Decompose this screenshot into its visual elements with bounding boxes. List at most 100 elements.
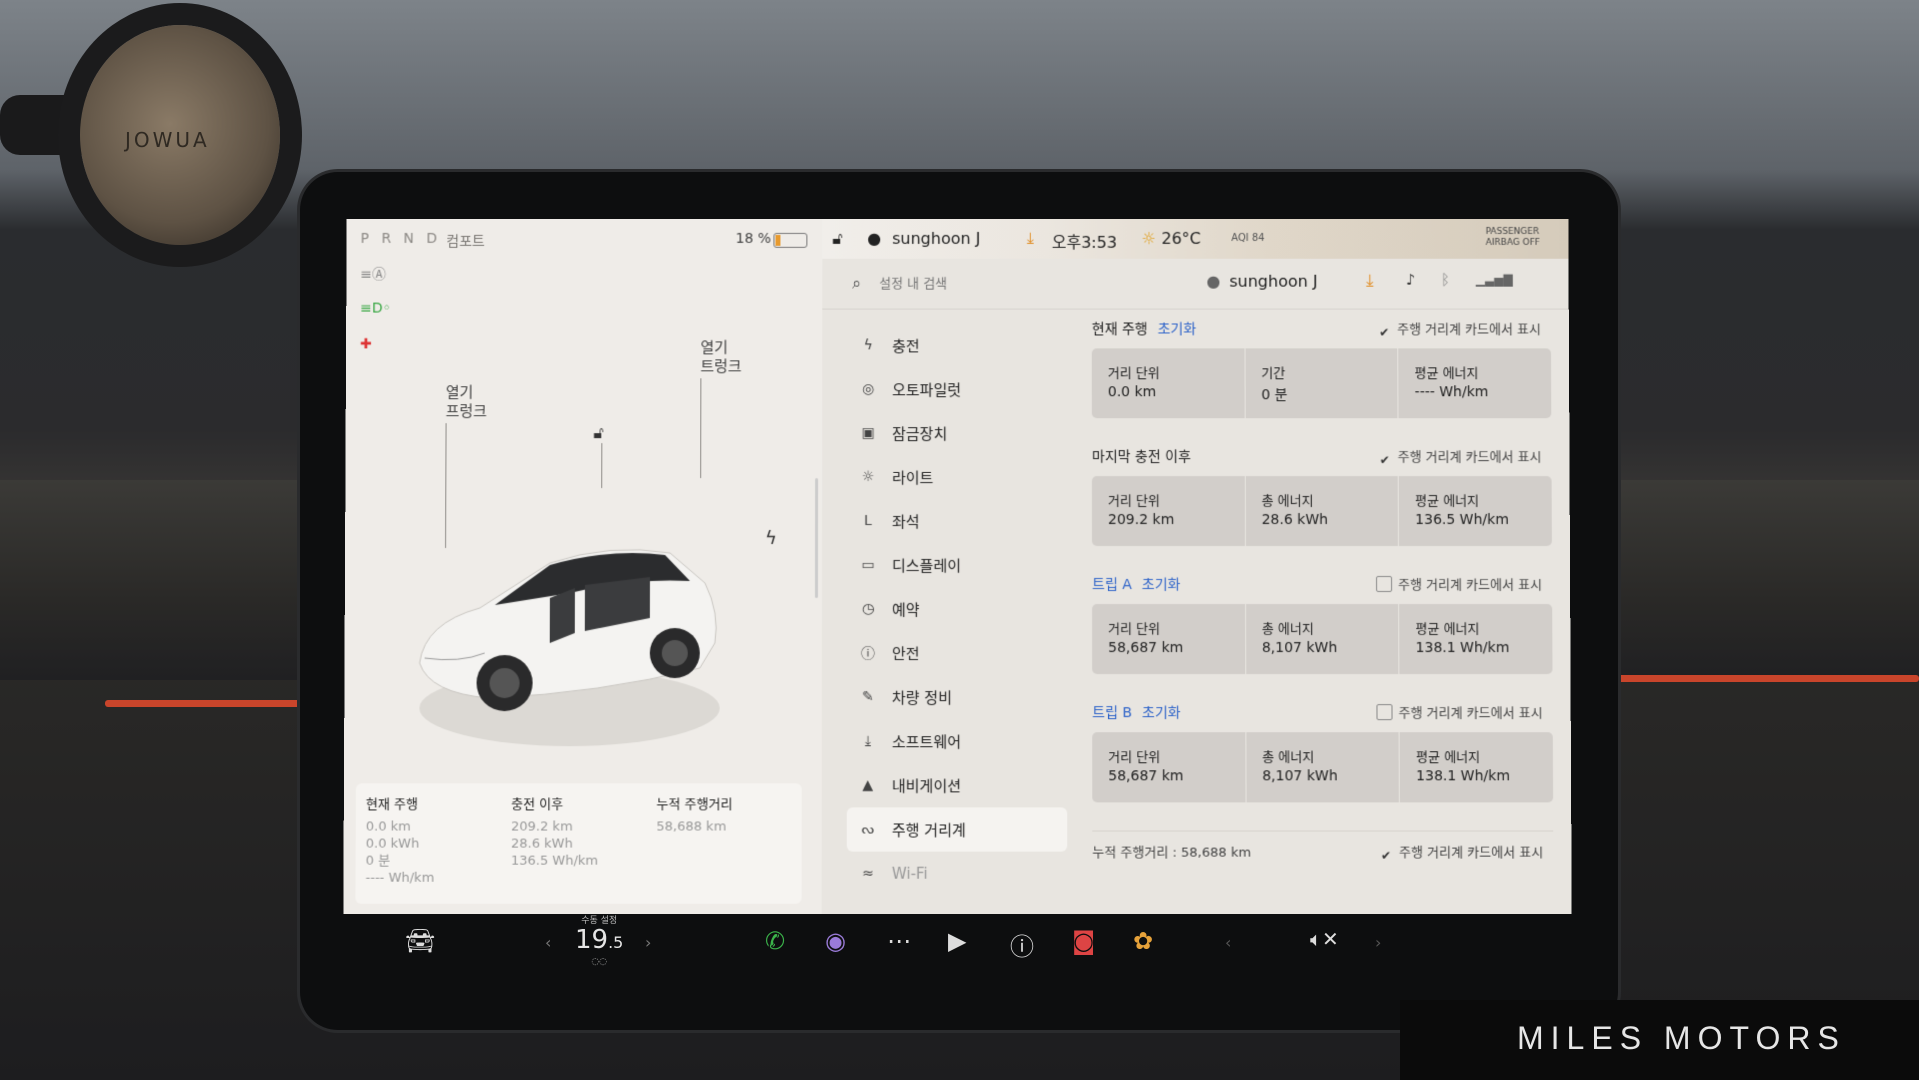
profile-icon[interactable]: ● <box>1206 272 1220 291</box>
stat-since-charge: 충전 이후 209.2 km 28.6 kWh 136.5 Wh/km <box>511 793 598 869</box>
checkbox-icon[interactable]: ✔ <box>1378 453 1392 467</box>
stat-value: 28.6 kWh <box>510 836 573 852</box>
reset-button[interactable]: 초기화 <box>1142 577 1181 593</box>
update-icon[interactable]: ⤓ <box>1027 229 1034 249</box>
download-icon[interactable]: ⤓ <box>1366 271 1374 291</box>
phone-icon[interactable]: ✆ <box>765 927 785 955</box>
reset-button[interactable]: 초기화 <box>1158 322 1197 338</box>
more-apps-icon[interactable]: ⋯ <box>887 927 911 955</box>
search-icon[interactable]: ⌕ <box>852 274 861 294</box>
bell-icon[interactable]: ♪ <box>1406 271 1416 289</box>
stat-current-trip: 현재 주행 0.0 km 0.0 kWh 0 분 ---- Wh/km <box>365 793 434 886</box>
show-on-card-toggle[interactable]: ✔ 주행 거리계 카드에서 표시 <box>1377 319 1541 340</box>
mount-brand-logo: JOWUA <box>125 128 210 152</box>
settings-search-input[interactable] <box>877 270 1131 297</box>
passenger-airbag-status: PASSENGER AIRBAG OFF <box>1485 226 1541 248</box>
car-3d-model <box>418 549 720 747</box>
gear-n: N <box>403 230 419 247</box>
odometer-label: 누적 주행거리 : 58,688 km <box>1092 845 1252 861</box>
menu-item-label: Wi-Fi <box>891 864 928 883</box>
menu-item[interactable]: ☼ 라이트 <box>847 455 1067 499</box>
menu-item[interactable]: ▣ 잠금장치 <box>847 411 1067 455</box>
gear-selector: P R N D <box>361 231 442 247</box>
trunk-open-button[interactable]: 열기 트렁크 <box>700 338 741 376</box>
search-user[interactable]: sunghoon J <box>1229 272 1317 291</box>
drive-mode[interactable]: 컴포트 <box>446 231 485 251</box>
trip-stat-cell: 평균 에너지 138.1 Wh/km <box>1399 604 1552 674</box>
section-title: 현재 주행 <box>1091 321 1148 338</box>
charge-port-icon[interactable]: ϟ <box>765 528 777 549</box>
reset-button[interactable]: 초기화 <box>1142 705 1181 721</box>
stat-value: 0.0 km <box>365 819 411 835</box>
menu-item-label: 오토파일럿 <box>892 380 962 399</box>
menu-item[interactable]: ▭ 디스플레이 <box>847 543 1067 587</box>
manual-icon[interactable]: ⓘ <box>1010 927 1034 962</box>
temp-down-icon[interactable]: ‹ <box>545 933 551 952</box>
trip-stat-cell: 거리 단위 58,687 km <box>1092 732 1247 803</box>
battery-fill <box>775 234 781 246</box>
checkbox-icon[interactable]: ✔ <box>1377 325 1391 339</box>
car-icon[interactable]: 🚘︎ <box>405 927 435 955</box>
show-on-card-toggle[interactable]: ✔ 주행 거리계 카드에서 표시 <box>1378 446 1542 467</box>
volume-up-icon[interactable]: › <box>1375 933 1381 952</box>
frunk-label-1: 열기 <box>445 383 474 402</box>
trunk-label-1: 열기 <box>700 338 729 357</box>
lock-status-icon[interactable]: 🔓︎ <box>832 229 842 249</box>
menu-item[interactable]: ⓘ 안전 <box>847 631 1067 675</box>
ambient-light-right <box>1605 675 1919 682</box>
menu-item[interactable]: ✎ 차량 정비 <box>847 675 1067 719</box>
menu-item[interactable]: ◎ 오토파일럿 <box>847 367 1067 411</box>
car-status-pane: P R N D 컴포트 18 % ≡Ⓐ ≡D◦ ✚ 열기 프렁크 열기 트렁크 … <box>343 219 823 914</box>
menu-item[interactable]: ◷ 예약 <box>847 587 1067 631</box>
show-on-card-toggle[interactable]: ✔ 주행 거리계 카드에서 표시 <box>1379 842 1543 863</box>
trip-summary-card[interactable]: 현재 주행 0.0 km 0.0 kWh 0 분 ---- Wh/km 충전 이… <box>355 783 802 904</box>
stat-value: 136.5 Wh/km <box>510 853 599 869</box>
dashcam-icon[interactable]: ◙ <box>1072 927 1095 955</box>
camera-icon[interactable]: ◉ <box>825 927 846 955</box>
menu-item[interactable]: ᔓ 주행 거리계 <box>846 807 1068 852</box>
trip-stat-label: 평균 에너지 <box>1416 750 1481 766</box>
toybox-icon[interactable]: ✿ <box>1133 927 1153 955</box>
climate-control[interactable]: 수동 설정 19.5 ◌◌ <box>575 913 623 967</box>
stat-value: ---- Wh/km <box>365 870 435 886</box>
frunk-open-button[interactable]: 열기 프렁크 <box>446 383 488 421</box>
display-icon: ▭ <box>861 557 875 573</box>
bluetooth-icon[interactable]: ᛒ <box>1441 271 1450 289</box>
ambient-light-left <box>105 700 320 707</box>
menu-item-label: 소프트웨어 <box>891 732 962 751</box>
stat-title: 충전 이후 <box>511 797 564 813</box>
unlock-icon[interactable]: 🔓︎ <box>593 423 603 443</box>
trip-stat-label: 평균 에너지 <box>1414 366 1479 382</box>
topbar-user[interactable]: sunghoon J <box>892 229 980 248</box>
checkbox-icon[interactable] <box>1376 575 1393 593</box>
checkbox-icon[interactable] <box>1376 704 1393 721</box>
menu-item[interactable]: ᒪ 좌석 <box>847 499 1067 543</box>
menu-item[interactable]: ⤓ 소프트웨어 <box>847 719 1067 763</box>
trip-stat-cell: 기간 0 분 <box>1245 348 1399 419</box>
menu-item[interactable]: ≈ Wi-Fi <box>847 852 1068 896</box>
battery-percent: 18 % <box>735 230 772 247</box>
temperature: 26°C <box>1161 228 1201 248</box>
media-player-icon[interactable]: ▶ <box>948 927 966 955</box>
volume-down-icon[interactable]: ‹ <box>1225 933 1231 952</box>
profile-icon[interactable]: ● <box>867 229 881 248</box>
show-on-card-toggle[interactable]: 주행 거리계 카드에서 표시 <box>1376 574 1542 593</box>
mute-icon[interactable]: 🔈︎✕ <box>1310 927 1339 951</box>
alert-icon: ⓘ <box>860 646 875 663</box>
trip-stat-value: 8,107 kWh <box>1261 640 1338 657</box>
stat-value: 0 분 <box>365 853 391 869</box>
trip-stat-label: 거리 단위 <box>1107 366 1160 382</box>
scrollbar[interactable] <box>814 478 819 599</box>
temp-up-icon[interactable]: › <box>645 933 651 952</box>
menu-item[interactable]: ϟ 충전 <box>847 324 1067 368</box>
stat-title: 누적 주행거리 <box>656 797 733 813</box>
show-on-card-toggle[interactable]: 주행 거리계 카드에서 표시 <box>1376 702 1543 721</box>
stat-value: 0.0 kWh <box>365 836 420 852</box>
menu-item[interactable]: ▲ 내비게이션 <box>847 763 1067 807</box>
stat-title: 현재 주행 <box>365 797 418 813</box>
menu-item-label: 잠금장치 <box>892 424 948 443</box>
checkbox-icon[interactable]: ✔ <box>1379 849 1393 863</box>
trip-stat-value: 0 분 <box>1261 387 1288 404</box>
fan-icon: ◌◌ <box>591 957 608 967</box>
checkbox-label: 주행 거리계 카드에서 표시 <box>1399 845 1544 861</box>
